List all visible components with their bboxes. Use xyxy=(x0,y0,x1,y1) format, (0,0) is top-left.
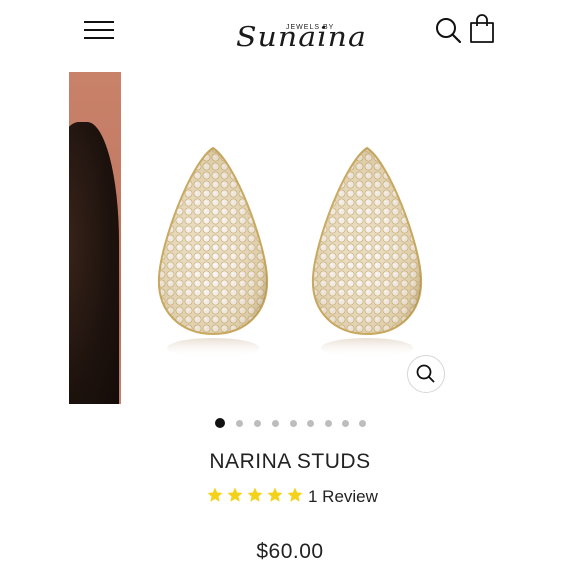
carousel-dot-9[interactable] xyxy=(359,420,366,427)
model-hair-image xyxy=(69,122,119,404)
carousel-dot-4[interactable] xyxy=(272,420,279,427)
earrings-image xyxy=(157,146,423,358)
shopping-bag-icon xyxy=(470,14,494,43)
star-icon xyxy=(247,487,263,502)
search-button[interactable] xyxy=(434,16,464,46)
cart-button[interactable] xyxy=(469,14,495,44)
carousel-dot-1[interactable] xyxy=(215,418,225,428)
product-price: $60.00 xyxy=(256,540,324,563)
hamburger-menu-icon-line xyxy=(84,37,114,39)
search-icon xyxy=(436,18,462,44)
carousel-dot-8[interactable] xyxy=(342,420,349,427)
star-icon xyxy=(207,487,223,502)
site-logo[interactable]: Sunaina JEWELS BY xyxy=(234,8,366,56)
star-icon xyxy=(227,487,243,502)
hamburger-menu-icon xyxy=(84,21,114,23)
carousel-dot-2[interactable] xyxy=(236,420,243,427)
star-icon xyxy=(287,487,303,502)
carousel-dot-6[interactable] xyxy=(307,420,314,427)
site-header: Sunaina JEWELS BY xyxy=(0,0,580,72)
star-icon xyxy=(267,487,283,502)
zoom-button[interactable] xyxy=(407,355,445,393)
logo-small-text: JEWELS BY xyxy=(286,24,335,31)
menu-button[interactable] xyxy=(84,17,114,43)
carousel-dot-3[interactable] xyxy=(254,420,261,427)
product-rating[interactable]: 1 Review xyxy=(206,486,406,508)
product-title: NARINA STUDS xyxy=(209,450,371,473)
zoom-in-icon xyxy=(416,364,435,383)
carousel-dot-5[interactable] xyxy=(290,420,297,427)
hamburger-menu-icon-line xyxy=(84,29,114,31)
previous-slide-image[interactable] xyxy=(69,72,121,404)
carousel-dot-7[interactable] xyxy=(325,420,332,427)
product-image-carousel[interactable] xyxy=(69,72,510,404)
product-image[interactable] xyxy=(121,72,510,404)
review-count-link[interactable]: 1 Review xyxy=(308,487,378,507)
carousel-pagination xyxy=(0,418,580,430)
